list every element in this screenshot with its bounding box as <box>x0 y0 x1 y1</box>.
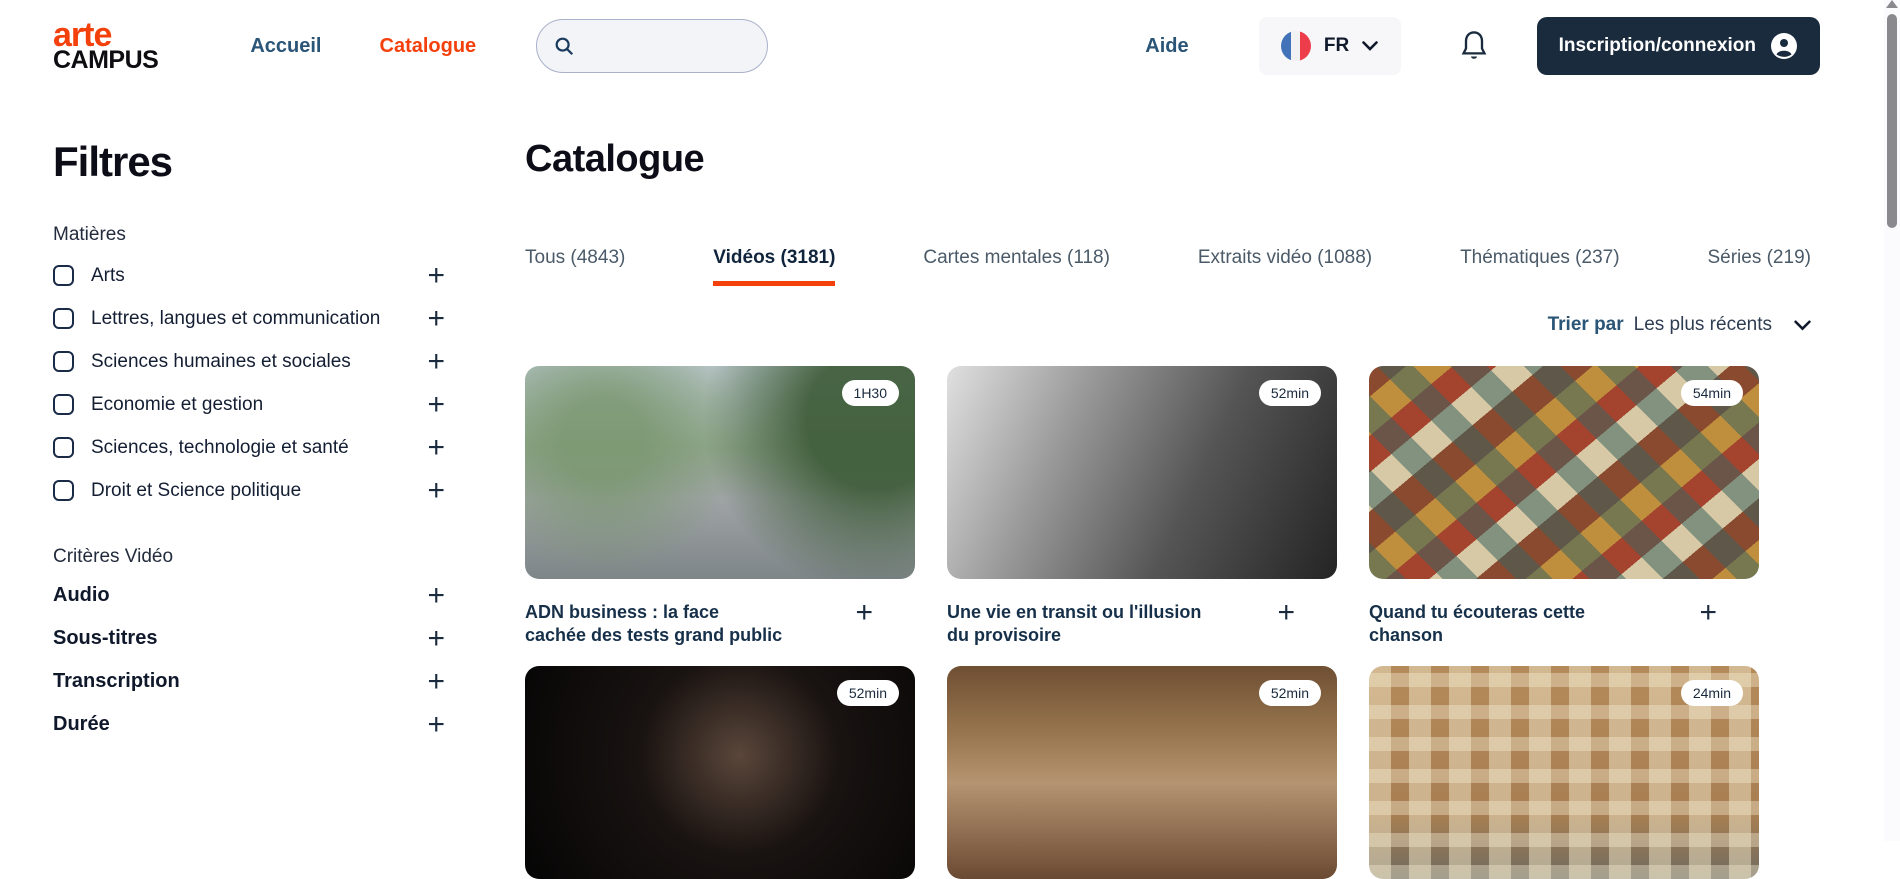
expand-plus-icon[interactable]: + <box>427 710 445 740</box>
criteres-video-label: Critères Vidéo <box>53 546 445 568</box>
video-card[interactable]: 54min Quand tu écouteras cette chanson + <box>1369 366 1759 646</box>
chevron-down-icon <box>1362 41 1378 51</box>
filter-label: Sciences, technologie et santé <box>91 437 427 459</box>
scroll-up-arrow-icon[interactable] <box>1886 0 1898 8</box>
expand-plus-icon[interactable]: + <box>427 390 445 420</box>
add-plus-icon[interactable]: + <box>1277 601 1295 625</box>
filter-economie-gestion[interactable]: Economie et gestion + <box>53 383 445 426</box>
tab-thematiques[interactable]: Thématiques (237) <box>1460 247 1619 281</box>
filters-title: Filtres <box>53 138 445 186</box>
duration-badge: 52min <box>1259 680 1321 706</box>
video-card[interactable]: 1H30 ADN business : la face cachée des t… <box>525 366 915 646</box>
video-thumbnail[interactable]: 52min <box>525 666 915 879</box>
tab-tous[interactable]: Tous (4843) <box>525 247 625 281</box>
video-title[interactable]: Une vie en transit ou l'illusion du prov… <box>947 601 1205 646</box>
expand-plus-icon[interactable]: + <box>427 433 445 463</box>
search-icon <box>553 35 575 57</box>
video-title[interactable]: Quand tu écouteras cette chanson <box>1369 601 1627 646</box>
section-sous-titres[interactable]: Sous-titres + <box>53 617 445 660</box>
filters-sidebar: Filtres Matières Arts + Lettres, langues… <box>53 138 445 746</box>
signup-login-button[interactable]: Inscription/connexion <box>1537 17 1820 75</box>
video-card[interactable]: 52min <box>525 666 915 879</box>
section-duree[interactable]: Durée + <box>53 703 445 746</box>
catalogue-main: Catalogue Tous (4843) Vidéos (3181) Cart… <box>525 138 1811 879</box>
expand-plus-icon[interactable]: + <box>427 261 445 291</box>
search-box[interactable] <box>536 19 768 73</box>
video-title[interactable]: ADN business : la face cachée des tests … <box>525 601 783 646</box>
section-label: Transcription <box>53 670 180 693</box>
video-thumbnail[interactable]: 24min <box>1369 666 1759 879</box>
vertical-scrollbar[interactable] <box>1884 0 1900 841</box>
expand-plus-icon[interactable]: + <box>427 667 445 697</box>
chevron-down-icon[interactable] <box>1794 320 1811 331</box>
checkbox-icon[interactable] <box>53 437 74 458</box>
duration-badge: 24min <box>1681 680 1743 706</box>
signup-login-label: Inscription/connexion <box>1559 35 1756 57</box>
video-thumbnail[interactable]: 1H30 <box>525 366 915 579</box>
video-card[interactable]: 52min <box>947 666 1337 879</box>
scrollbar-thumb[interactable] <box>1887 14 1897 228</box>
page-title: Catalogue <box>525 138 1811 181</box>
filter-sciences-technologie[interactable]: Sciences, technologie et santé + <box>53 426 445 469</box>
top-header: arte CAMPUS Accueil Catalogue Aide FR <box>0 0 1900 92</box>
video-thumbnail[interactable]: 52min <box>947 666 1337 879</box>
tab-extraits-video[interactable]: Extraits vidéo (1088) <box>1198 247 1372 281</box>
sort-label: Trier par <box>1548 314 1624 336</box>
expand-plus-icon[interactable]: + <box>427 347 445 377</box>
video-thumbnail[interactable]: 52min <box>947 366 1337 579</box>
section-label: Sous-titres <box>53 627 157 650</box>
video-card[interactable]: 52min Une vie en transit ou l'illusion d… <box>947 366 1337 646</box>
checkbox-icon[interactable] <box>53 265 74 286</box>
expand-plus-icon[interactable]: + <box>427 581 445 611</box>
search-input[interactable] <box>585 36 745 56</box>
filter-label: Economie et gestion <box>91 394 427 416</box>
filter-label: Lettres, langues et communication <box>91 308 427 330</box>
catalogue-tabs: Tous (4843) Vidéos (3181) Cartes mentale… <box>525 247 1811 286</box>
duration-badge: 1H30 <box>842 380 899 406</box>
header-right: Aide FR Inscription/connexion <box>1145 17 1820 75</box>
matieres-group-label: Matières <box>53 224 445 246</box>
filter-label: Arts <box>91 265 427 287</box>
video-card[interactable]: 24min <box>1369 666 1759 879</box>
notifications-bell-icon[interactable] <box>1459 30 1489 62</box>
help-link[interactable]: Aide <box>1145 35 1188 58</box>
section-label: Audio <box>53 584 110 607</box>
filter-sciences-humaines[interactable]: Sciences humaines et sociales + <box>53 340 445 383</box>
logo-campus: CAMPUS <box>53 50 158 71</box>
language-code: FR <box>1324 35 1349 57</box>
filter-label: Droit et Science politique <box>91 480 427 502</box>
tab-series[interactable]: Séries (219) <box>1707 247 1811 281</box>
nav-catalogue[interactable]: Catalogue <box>380 35 477 58</box>
language-selector[interactable]: FR <box>1259 17 1401 75</box>
france-flag-icon <box>1281 31 1311 61</box>
video-thumbnail[interactable]: 54min <box>1369 366 1759 579</box>
checkbox-icon[interactable] <box>53 480 74 501</box>
sort-value[interactable]: Les plus récents <box>1634 314 1772 336</box>
add-plus-icon[interactable]: + <box>1699 601 1717 625</box>
section-transcription[interactable]: Transcription + <box>53 660 445 703</box>
filter-label: Sciences humaines et sociales <box>91 351 427 373</box>
expand-plus-icon[interactable]: + <box>427 476 445 506</box>
expand-plus-icon[interactable]: + <box>427 624 445 654</box>
video-grid: 1H30 ADN business : la face cachée des t… <box>525 366 1811 879</box>
expand-plus-icon[interactable]: + <box>427 304 445 334</box>
filter-droit-science-politique[interactable]: Droit et Science politique + <box>53 469 445 512</box>
account-icon <box>1770 32 1798 60</box>
duration-badge: 54min <box>1681 380 1743 406</box>
tab-videos[interactable]: Vidéos (3181) <box>713 247 835 286</box>
nav-accueil[interactable]: Accueil <box>250 35 321 58</box>
filter-arts[interactable]: Arts + <box>53 254 445 297</box>
checkbox-icon[interactable] <box>53 351 74 372</box>
sort-bar: Trier par Les plus récents <box>525 314 1811 336</box>
duration-badge: 52min <box>1259 380 1321 406</box>
duration-badge: 52min <box>837 680 899 706</box>
tab-cartes-mentales[interactable]: Cartes mentales (118) <box>923 247 1110 281</box>
checkbox-icon[interactable] <box>53 308 74 329</box>
filter-lettres-langues[interactable]: Lettres, langues et communication + <box>53 297 445 340</box>
checkbox-icon[interactable] <box>53 394 74 415</box>
section-label: Durée <box>53 713 110 736</box>
section-audio[interactable]: Audio + <box>53 574 445 617</box>
arte-campus-logo[interactable]: arte CAMPUS <box>53 22 158 70</box>
add-plus-icon[interactable]: + <box>855 601 873 625</box>
